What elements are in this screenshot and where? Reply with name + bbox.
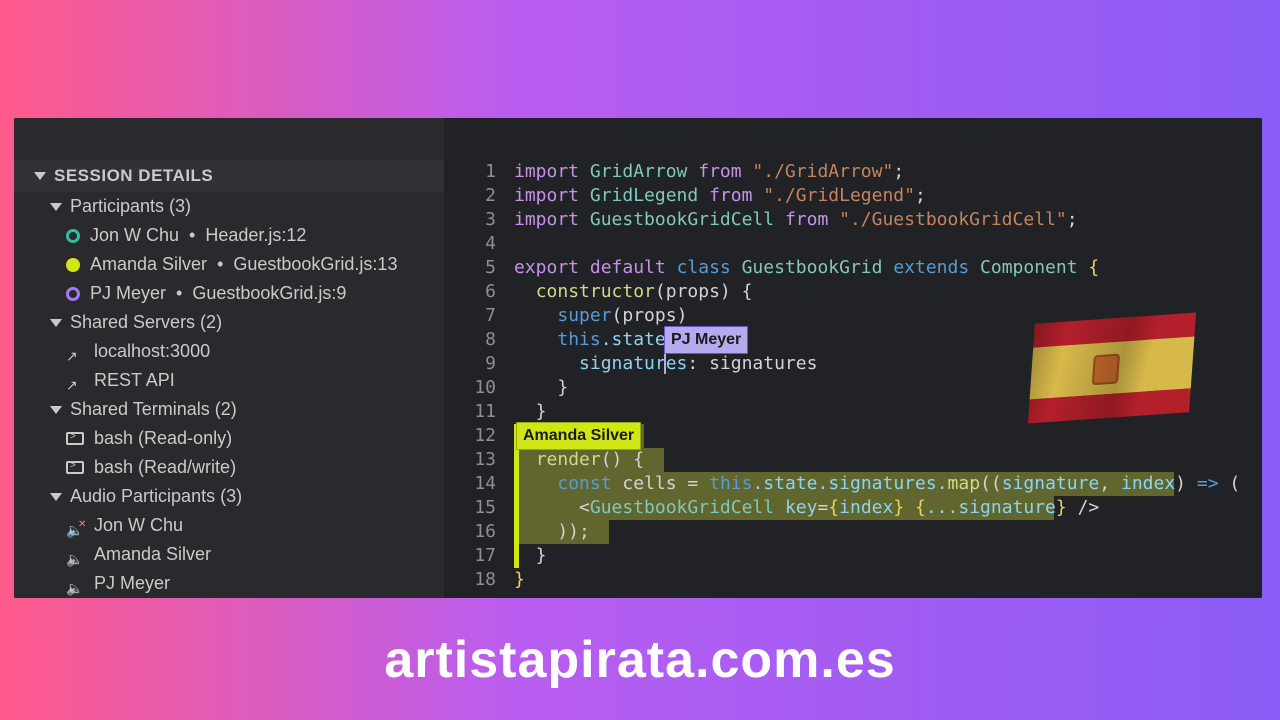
session-details-header[interactable]: SESSION DETAILS xyxy=(14,160,444,192)
chevron-down-icon xyxy=(50,493,62,501)
terminal-icon xyxy=(66,432,84,445)
chevron-down-icon xyxy=(50,203,62,211)
chevron-down-icon xyxy=(50,406,62,414)
participant-name: Amanda Silver xyxy=(90,254,207,275)
line-number: 9 xyxy=(444,352,496,376)
shared-terminals-group[interactable]: Shared Terminals (2) xyxy=(14,395,444,424)
separator: • xyxy=(217,254,223,275)
spain-flag-image xyxy=(1028,313,1196,424)
chevron-down-icon xyxy=(50,319,62,327)
code-line[interactable]: import GuestbookGridCell from "./Guestbo… xyxy=(514,208,1262,232)
watermark-text: artistapirata.com.es xyxy=(0,630,1280,690)
line-number: 7 xyxy=(444,304,496,328)
code-line[interactable]: constructor(props) { xyxy=(514,280,1262,304)
server-label: localhost:3000 xyxy=(94,341,210,362)
line-number: 15 xyxy=(444,496,496,520)
shared-servers-group[interactable]: Shared Servers (2) xyxy=(14,308,444,337)
code-line[interactable] xyxy=(514,232,1262,256)
terminal-icon xyxy=(66,461,84,474)
line-number: 11 xyxy=(444,400,496,424)
line-number: 8 xyxy=(444,328,496,352)
terminal-bash-ro[interactable]: bash (Read-only) xyxy=(14,424,444,453)
code-line[interactable]: render() { xyxy=(514,448,1262,472)
share-icon xyxy=(66,345,84,359)
line-number: 3 xyxy=(444,208,496,232)
line-number: 17 xyxy=(444,544,496,568)
audio-participants-group[interactable]: Audio Participants (3) xyxy=(14,482,444,511)
server-label: REST API xyxy=(94,370,175,391)
code-line[interactable]: )); xyxy=(514,520,1262,544)
code-line[interactable]: import GridArrow from "./GridArrow"; xyxy=(514,160,1262,184)
presence-dot-icon xyxy=(66,258,80,272)
terminals-label: Shared Terminals (2) xyxy=(70,399,237,420)
code-line[interactable]: import GridLegend from "./GridLegend"; xyxy=(514,184,1262,208)
audio-amanda[interactable]: Amanda Silver xyxy=(14,540,444,569)
audio-name: PJ Meyer xyxy=(94,573,170,594)
participant-jon[interactable]: Jon W Chu • Header.js:12 xyxy=(14,221,444,250)
speaker-muted-icon xyxy=(66,519,84,533)
participant-location: GuestbookGrid.js:13 xyxy=(233,254,397,275)
audio-name: Amanda Silver xyxy=(94,544,211,565)
line-number: 12 xyxy=(444,424,496,448)
speaker-icon xyxy=(66,548,84,562)
line-gutter: 1 2 3 4 5 6 7 8 9 10 11 12 13 14 15 16 1… xyxy=(444,160,514,598)
ide-window: SESSION DETAILS Participants (3) Jon W C… xyxy=(14,118,1262,598)
code-editor[interactable]: 1 2 3 4 5 6 7 8 9 10 11 12 13 14 15 16 1… xyxy=(444,118,1262,598)
participants-label: Participants (3) xyxy=(70,196,191,217)
code-line[interactable]: } xyxy=(514,568,1262,592)
participants-group[interactable]: Participants (3) xyxy=(14,192,444,221)
audio-jon[interactable]: Jon W Chu xyxy=(14,511,444,540)
line-number: 16 xyxy=(444,520,496,544)
cursor-label-amanda: Amanda Silver xyxy=(516,422,641,450)
terminal-bash-rw[interactable]: bash (Read/write) xyxy=(14,453,444,482)
separator: • xyxy=(176,283,182,304)
line-number: 13 xyxy=(444,448,496,472)
line-number: 4 xyxy=(444,232,496,256)
remote-cursor-pj xyxy=(664,352,666,374)
chevron-down-icon xyxy=(34,172,46,180)
participant-pj[interactable]: PJ Meyer • GuestbookGrid.js:9 xyxy=(14,279,444,308)
server-rest-api[interactable]: REST API xyxy=(14,366,444,395)
line-number: 2 xyxy=(444,184,496,208)
participant-name: PJ Meyer xyxy=(90,283,166,304)
audio-label: Audio Participants (3) xyxy=(70,486,242,507)
section-title-text: SESSION DETAILS xyxy=(54,166,213,186)
servers-label: Shared Servers (2) xyxy=(70,312,222,333)
terminal-label: bash (Read/write) xyxy=(94,457,236,478)
participant-name: Jon W Chu xyxy=(90,225,179,246)
speaker-icon xyxy=(66,577,84,591)
separator: • xyxy=(189,225,195,246)
line-number: 5 xyxy=(444,256,496,280)
session-sidebar: SESSION DETAILS Participants (3) Jon W C… xyxy=(14,118,444,598)
participant-location: GuestbookGrid.js:9 xyxy=(192,283,346,304)
line-number: 1 xyxy=(444,160,496,184)
line-number: 10 xyxy=(444,376,496,400)
share-icon xyxy=(66,374,84,388)
code-line[interactable]: const cells = this.state.signatures.map(… xyxy=(514,472,1262,496)
participant-amanda[interactable]: Amanda Silver • GuestbookGrid.js:13 xyxy=(14,250,444,279)
line-number: 18 xyxy=(444,568,496,592)
code-line[interactable]: } xyxy=(514,544,1262,568)
code-line[interactable]: export default class GuestbookGrid exten… xyxy=(514,256,1262,280)
line-number: 6 xyxy=(444,280,496,304)
server-localhost[interactable]: localhost:3000 xyxy=(14,337,444,366)
participant-location: Header.js:12 xyxy=(205,225,306,246)
code-line[interactable]: <GuestbookGridCell key={index} {...signa… xyxy=(514,496,1262,520)
cursor-label-pj: PJ Meyer xyxy=(664,326,748,354)
audio-pj[interactable]: PJ Meyer xyxy=(14,569,444,598)
presence-dot-icon xyxy=(66,287,80,301)
terminal-label: bash (Read-only) xyxy=(94,428,232,449)
audio-name: Jon W Chu xyxy=(94,515,183,536)
presence-dot-icon xyxy=(66,229,80,243)
line-number: 14 xyxy=(444,472,496,496)
